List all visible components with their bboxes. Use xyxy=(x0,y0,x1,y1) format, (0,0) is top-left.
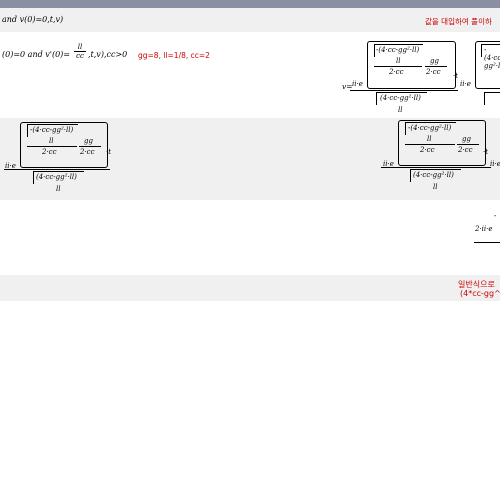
right-two-cc-2: 2·cc xyxy=(458,146,473,154)
left-sqrt-den-text: (4·cc-gg²·ll) xyxy=(36,173,77,181)
bottom-bar xyxy=(474,242,500,243)
ll-denominator: ll xyxy=(396,57,401,65)
main-fraction-bar xyxy=(350,90,458,91)
ii-e-term: ii·e xyxy=(352,80,363,88)
dot-t: ·t xyxy=(453,72,459,80)
ii-e-right-2: ii·e xyxy=(490,160,500,168)
right-gg-bar xyxy=(457,144,479,145)
general-note-line2: (4*cc-gg^2 xyxy=(460,289,500,298)
input-expression-1: and v(0)=0,t,v) xyxy=(2,15,64,24)
right-ll-bottom: ll xyxy=(433,183,438,191)
right-bar xyxy=(405,144,455,145)
left-two-cc-2: 2·cc xyxy=(80,148,95,156)
left-bar xyxy=(27,146,77,147)
left-ll: ll xyxy=(49,137,54,145)
inner-discriminant-2: -(4·cc-gg²·ll) xyxy=(484,46,500,70)
left-gg-bar xyxy=(79,146,101,147)
right-inner: -(4·cc-gg²·ll) xyxy=(408,124,452,132)
initial-velocity-fraction: ll cc xyxy=(74,43,86,60)
fraction-denominator: cc xyxy=(76,52,84,60)
right-two-cc: 2·cc xyxy=(420,146,435,154)
left-ll-bottom: ll xyxy=(56,185,61,193)
input-expression-2-tail: ,t,v),cc>0 xyxy=(88,50,128,59)
parameter-values: gg=8, ll=1/8, cc=2 xyxy=(138,51,210,60)
two-cc-2: 2·cc xyxy=(426,68,441,76)
output-row-1: and v(0)=0,t,v) 값을 대입하여 풀이하 xyxy=(0,8,500,32)
korean-note-1: 값을 대입하여 풀이하 xyxy=(425,17,492,26)
right-dot-t: ·t xyxy=(483,148,489,156)
output-row-4: - 2·ii·e xyxy=(0,200,500,270)
bottom-minus: - xyxy=(494,212,497,220)
two-cc: 2·cc xyxy=(389,68,404,76)
left-gg: gg xyxy=(84,137,93,145)
inner-discriminant: -(4·cc-gg²·ll) xyxy=(376,46,420,54)
right-main-bar xyxy=(381,167,491,168)
sqrt-denominator-symbol-2 xyxy=(484,92,500,105)
input-expression-2: (0)=0 and v'(0)= xyxy=(2,50,71,59)
left-main-bar xyxy=(4,169,110,170)
ll-bottom: ll xyxy=(398,106,403,114)
right-gg: gg xyxy=(462,135,471,143)
right-sqrt-den-text: (4·cc-gg²·ll) xyxy=(413,171,454,179)
left-dot-t: ·t xyxy=(106,148,112,156)
fraction-bar xyxy=(374,66,422,67)
ii-e-term-2: ii·e xyxy=(460,80,471,88)
gg-term: gg xyxy=(430,57,439,65)
fraction-numerator: ll xyxy=(77,43,83,51)
output-row-5: 일반식으로 (4*cc-gg^2 xyxy=(0,275,500,301)
right-ll: ll xyxy=(427,135,432,143)
gg-fraction-bar xyxy=(425,66,447,67)
window-title-bar xyxy=(0,0,500,8)
output-row-3: ii·e -(4·cc-gg²·ll) ll 2·cc gg 2·cc ·t (… xyxy=(0,118,500,200)
sqrt-denominator: (4·cc-gg²·ll) xyxy=(380,94,421,102)
left-two-cc: 2·cc xyxy=(42,148,57,156)
two-ii-e: 2·ii·e xyxy=(475,225,493,233)
left-inner: -(4·cc-gg²·ll) xyxy=(30,126,74,134)
